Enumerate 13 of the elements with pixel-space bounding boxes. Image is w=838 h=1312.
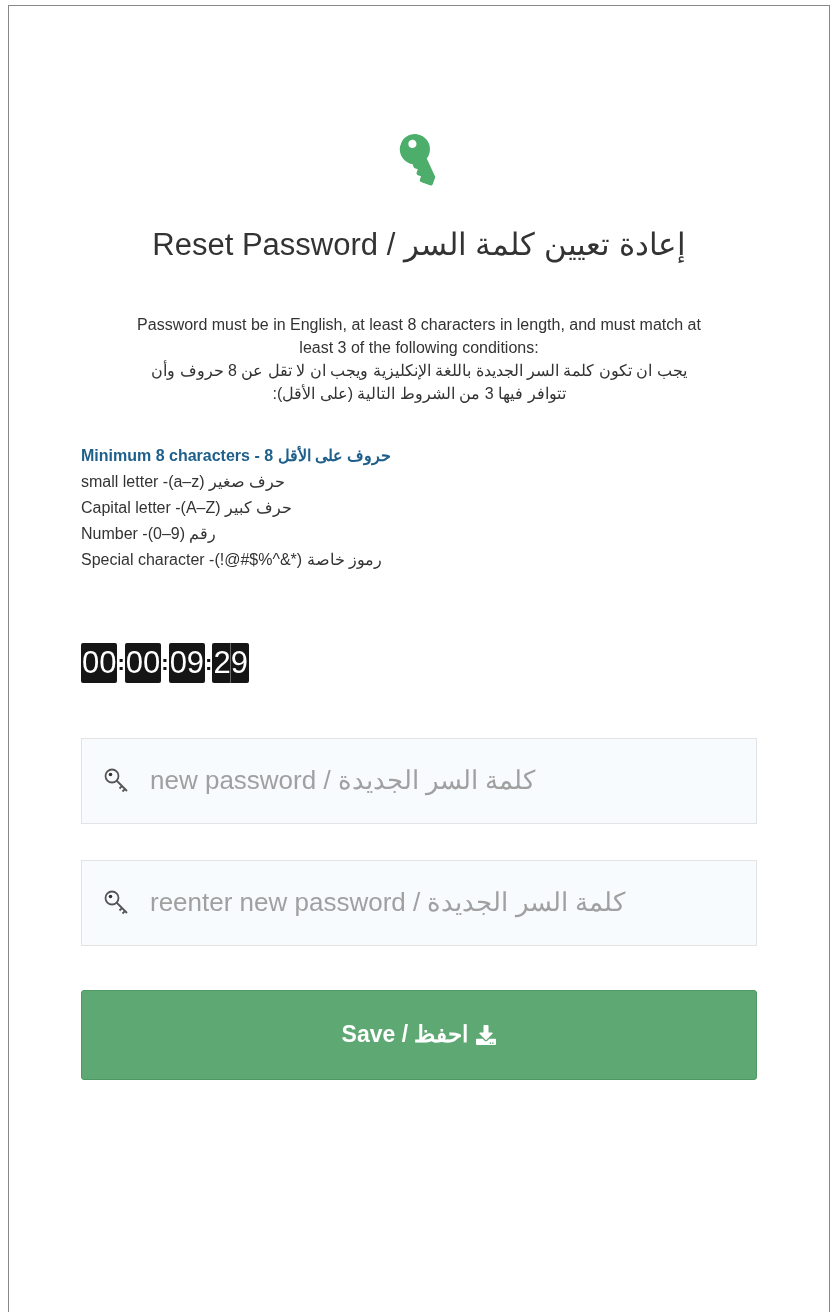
page-title: إعادة تعيين كلمة السر / Reset Password	[151, 226, 687, 265]
instruction-text: Password must be in English, at least 8 characters in length, and must match at least 3 of the following conditions:	[136, 314, 702, 358]
condition-item: Number -(0–9) رقم	[81, 523, 217, 545]
condition-heading: Minimum 8 characters - 8 حروف على الأقل	[81, 445, 392, 468]
instruction-text: يجب ان تكون كلمة السر الجديدة باللغة الإنكليزية ويجب ان لا تقل عن 8 حروف وأن تتوافر فيها 3 من الشروط التالية (على الأقل):	[150, 359, 688, 405]
countdown-timer: 00:00:09:29	[81, 642, 249, 683]
download-icon	[476, 1024, 497, 1045]
save-button[interactable]: Save / احفظ	[81, 989, 757, 1080]
password-field[interactable]: new password / كلمة السر الجديدة	[81, 737, 757, 824]
condition-item: Special character -(!@#$%^&*) رموز خاصة	[81, 549, 383, 571]
condition-item: small letter -(a–z) حرف صغير	[81, 471, 286, 493]
condition-item: Capital letter -(A–Z) حرف كبير	[81, 497, 293, 519]
password-field[interactable]: reenter new password / كلمة السر الجديدة	[81, 859, 757, 946]
